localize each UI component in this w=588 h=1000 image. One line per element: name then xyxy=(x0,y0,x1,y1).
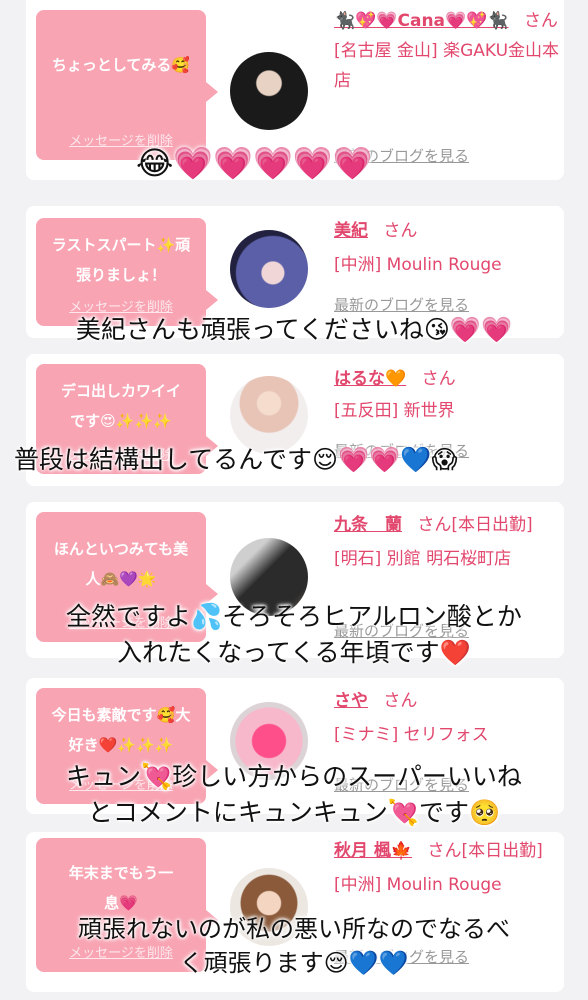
blog-link[interactable]: 最新のブログを見る xyxy=(334,294,469,315)
shop-name: [中洲] Moulin Rouge xyxy=(334,255,502,275)
cast-name-link[interactable]: 秋月 楓🍁 xyxy=(334,841,412,861)
caption-text: 入れたくなってくる年頃です❤️ xyxy=(117,638,471,667)
cast-name-link[interactable]: さや xyxy=(334,691,368,711)
caption-emoji: 😂💗💗💗💗💗 xyxy=(136,144,373,182)
name-suffix: さん xyxy=(383,691,418,711)
caption-text: 美紀さんも頑張ってくださいね😘💗💗 xyxy=(75,315,513,344)
message-text: 今日も素敵です🥰大好き❤️✨✨✨ xyxy=(51,706,191,754)
cast-name-link[interactable]: 九条 蘭 xyxy=(334,515,402,535)
name-suffix: さん[本日出勤] xyxy=(417,515,533,535)
caption-line: 普段は結構出してるんです😌💗💗💙😱 xyxy=(0,443,588,477)
caption-emoji-row: 😂💗💗💗💗💗 xyxy=(0,146,588,180)
message-bubble: ラストスパート✨頑張りましょ！ メッセージを削除 xyxy=(36,218,218,326)
cast-name-link[interactable]: 美紀 xyxy=(334,221,368,241)
name-suffix: さん xyxy=(421,369,456,389)
caption-text: とコメントにキュンキュン💘です🥺 xyxy=(87,798,501,827)
name-suffix: さん[本日出勤] xyxy=(427,841,543,861)
caption-line: キュン💘珍しい方からのスーパーいいね xyxy=(0,760,588,794)
message-bubble: ちょっとしてみる🥰 メッセージを削除 xyxy=(36,10,218,160)
caption-line: とコメントにキュンキュン💘です🥺 xyxy=(0,796,588,830)
shop-name: [名古屋 金山] 楽GAKU金山本店 xyxy=(334,41,560,91)
message-text: デコ出しカワイイです😍✨✨✨ xyxy=(60,382,181,430)
avatar[interactable] xyxy=(230,230,308,308)
caption-line: 頑張れないのが私の悪い所なのでなるべ xyxy=(0,912,588,946)
caption-line: 全然ですよ💦そろそろヒアルロン酸とか xyxy=(0,600,588,634)
caption-text: 全然ですよ💦そろそろヒアルロン酸とか xyxy=(66,602,522,631)
caption-line: 美紀さんも頑張ってくださいね😘💗💗 xyxy=(0,313,588,347)
name-suffix: さん xyxy=(383,221,418,241)
caption-text: 普段は結構出してるんです😌 xyxy=(14,445,339,474)
caption-emoji: 💗💗💙😱 xyxy=(338,445,458,474)
message-text: 年末までもう一息💗 xyxy=(68,864,174,912)
message-text: ちょっとしてみる🥰 xyxy=(51,56,191,74)
name-suffix: さん xyxy=(523,11,558,31)
cast-name-link[interactable]: 🐈‍⬛💖💗Cana💗💖🐈‍⬛ xyxy=(334,11,509,31)
caption-text: く頑張ります😌💙💙 xyxy=(179,949,409,977)
caption-text: 頑張れないのが私の悪い所なのでなるべ xyxy=(78,915,510,943)
caption-line: く頑張ります😌💙💙 xyxy=(0,946,588,980)
caption-text: キュン💘珍しい方からのスーパーいいね xyxy=(66,762,522,791)
message-text: ほんといつみても美人🙈💜🌟 xyxy=(53,540,189,588)
shop-name: [中洲] Moulin Rouge xyxy=(334,875,502,895)
avatar[interactable] xyxy=(230,52,308,130)
shop-name: [五反田] 新世界 xyxy=(334,401,455,421)
caption-line: 入れたくなってくる年頃です❤️ xyxy=(0,636,588,670)
shop-name: [明石] 別館 明石桜町店 xyxy=(334,549,512,569)
message-card: ほんといつみても美人🙈💜🌟 メッセージを削除 九条 蘭 さん[本日出勤] [明石… xyxy=(26,502,564,658)
cast-name-link[interactable]: はるな🧡 xyxy=(334,369,406,389)
message-text: ラストスパート✨頑張りましょ！ xyxy=(51,236,191,284)
shop-name: [ミナミ] セリフォス xyxy=(334,725,489,745)
